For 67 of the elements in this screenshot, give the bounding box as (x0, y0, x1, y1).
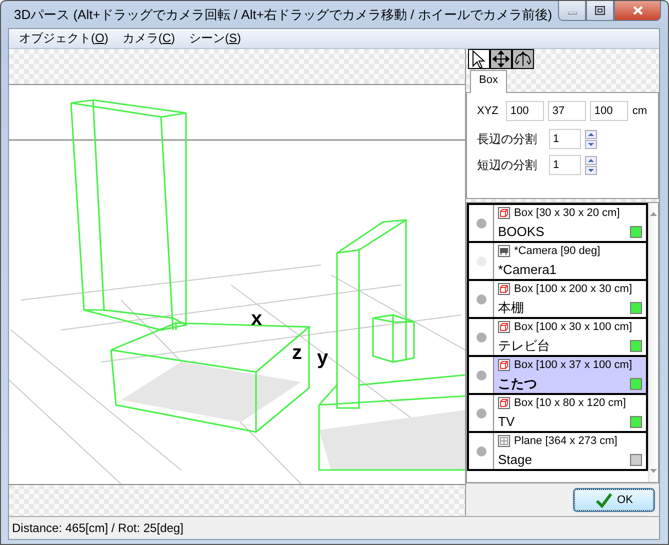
close-button[interactable] (614, 1, 662, 21)
division-field[interactable]: 1 (549, 155, 581, 175)
minimize-icon (568, 12, 577, 15)
axis-label: y (317, 348, 328, 368)
menu-item[interactable]: オブジェクト(O) (12, 30, 116, 47)
object-list-item[interactable]: Box [10 x 80 x 120 cm] TV (467, 395, 648, 433)
object-type-label: Box [100 x 200 x 30 cm] (514, 283, 632, 295)
object-type-label: Box [10 x 80 x 120 cm] (514, 397, 626, 409)
object-type-label: Plane [364 x 273 cm] (514, 435, 618, 447)
visibility-dot[interactable] (476, 446, 486, 456)
division-field[interactable]: 1 (549, 129, 581, 149)
cube-icon (498, 283, 510, 295)
ok-button[interactable]: OK (574, 489, 654, 511)
object-name: TV (498, 414, 516, 429)
cube-icon (498, 207, 510, 219)
object-type-label: Box [100 x 30 x 100 cm] (514, 321, 632, 333)
object-name: *Camera1 (498, 262, 558, 277)
maximize-button[interactable] (586, 1, 614, 21)
visibility-dot[interactable] (476, 408, 486, 418)
visibility-dot[interactable] (476, 294, 486, 304)
scroll-down-icon[interactable] (649, 468, 658, 474)
spin-buttons[interactable] (585, 156, 597, 174)
window-title: 3Dパース (Alt+ドラッグでカメラ回転 / Alt+右ドラッグでカメラ移動 / ホイールでカメラ前後) (14, 6, 552, 24)
object-name: こたつ (498, 376, 538, 391)
coordinate-field[interactable]: 37 (548, 101, 586, 121)
select-tool-button[interactable] (468, 49, 490, 69)
spin-buttons[interactable] (585, 130, 597, 148)
close-icon (632, 5, 644, 16)
axis-label: z (292, 343, 302, 363)
object-list-item[interactable]: Box [30 x 30 x 20 cm] BOOKS (467, 203, 648, 243)
visibility-dot[interactable] (476, 370, 486, 380)
object-name: Stage (498, 452, 533, 467)
object-type-label: Box [100 x 37 x 100 cm] (514, 359, 632, 371)
camera-icon (498, 245, 510, 257)
maximize-icon (595, 6, 606, 15)
grid-icon (498, 435, 510, 447)
scrollbar[interactable] (648, 203, 658, 482)
menu-item[interactable]: シーン(S) (182, 30, 248, 47)
object-list-item[interactable]: Plane [364 x 273 cm] Stage (467, 433, 648, 471)
xyz-label: XYZ (477, 105, 498, 117)
object-name: BOOKS (498, 224, 546, 239)
properties-tab[interactable]: Box (470, 70, 507, 93)
object-list-item[interactable]: Box [100 x 30 x 100 cm] テレビ台 (467, 319, 648, 357)
division-label: 長辺の分割 (477, 130, 538, 148)
division-label: 短辺の分割 (477, 156, 538, 174)
visibility-dot[interactable] (476, 332, 486, 342)
axis-label: x (251, 309, 262, 329)
visibility-dot[interactable] (476, 218, 486, 228)
minimize-button[interactable] (558, 1, 586, 21)
checkmark-icon (595, 492, 614, 508)
cube-icon (498, 397, 510, 409)
cube-icon (498, 359, 510, 371)
scroll-up-icon[interactable] (649, 211, 658, 217)
object-name: 本棚 (498, 300, 525, 315)
unit-label: cm (632, 105, 648, 117)
object-type-label: *Camera [90 deg] (514, 245, 600, 257)
object-type-label: Box [30 x 30 x 20 cm] (514, 207, 620, 219)
rotate-tool-button[interactable] (512, 49, 534, 69)
coordinate-field[interactable]: 100 (590, 101, 628, 121)
object-list-item[interactable]: *Camera [90 deg] *Camera1 (467, 243, 648, 281)
object-name: テレビ台 (498, 338, 551, 353)
object-list-item[interactable]: Box [100 x 200 x 30 cm] 本棚 (467, 281, 648, 319)
menu-item[interactable]: カメラ(C) (115, 30, 182, 47)
move-tool-button[interactable] (490, 49, 512, 69)
object-list-item[interactable]: Box [100 x 37 x 100 cm] こたつ (467, 357, 648, 395)
coordinate-field[interactable]: 100 (506, 101, 544, 121)
cube-icon (498, 321, 510, 333)
